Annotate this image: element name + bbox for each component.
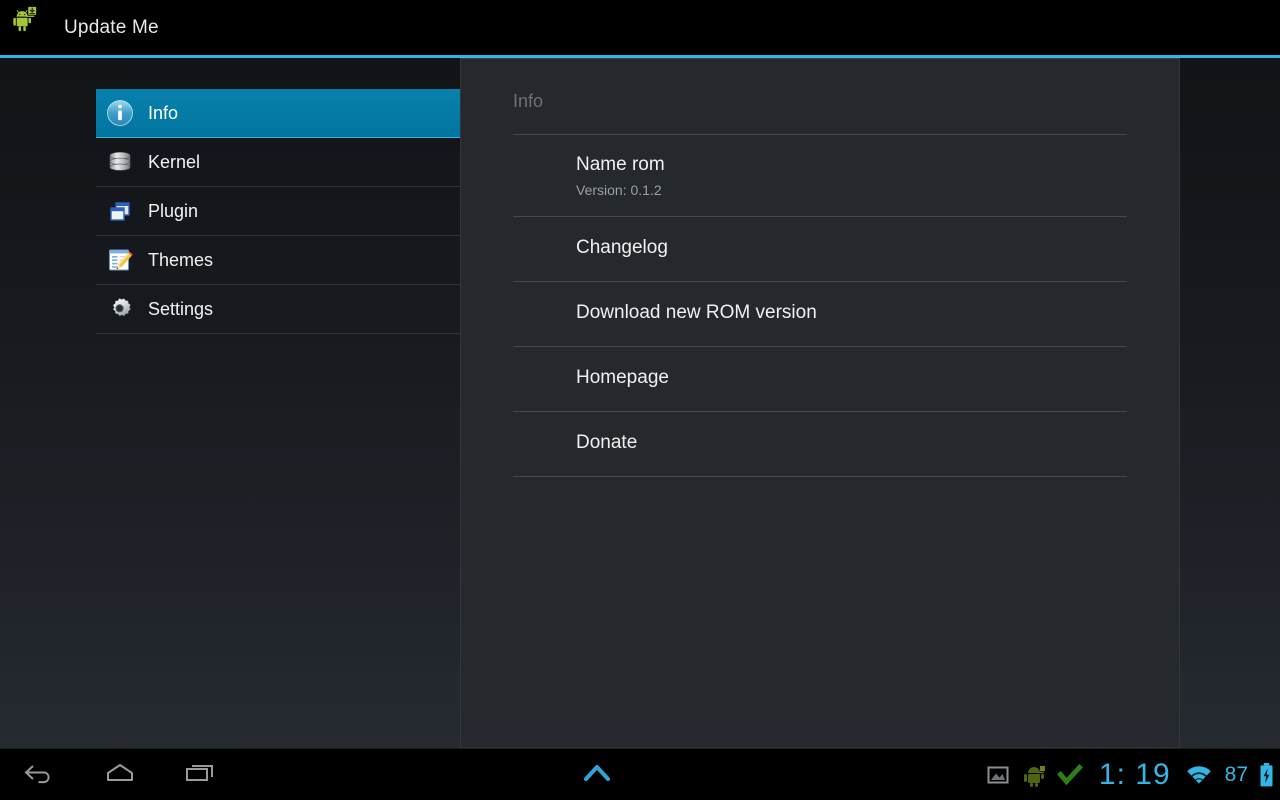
- battery-percent-label: 87: [1224, 763, 1248, 786]
- android-tablet-screen: Update Me Info Kernel Plugin Themes Sett…: [0, 0, 1280, 800]
- list-item-title: Name rom: [576, 154, 665, 175]
- recents-button[interactable]: [160, 749, 240, 800]
- sidebar: Info Kernel Plugin Themes Settings: [96, 89, 460, 334]
- panel-title: Info: [513, 91, 544, 111]
- sidebar-item-themes[interactable]: Themes: [96, 236, 460, 285]
- list-item-changelog[interactable]: Changelog: [513, 217, 1127, 282]
- battery-charging-icon: [1259, 762, 1274, 788]
- android-robot-icon: [1021, 762, 1047, 788]
- recent-apps-icon: [183, 760, 217, 791]
- sidebar-item-info[interactable]: Info: [96, 89, 460, 138]
- status-clock: 1: 19: [1098, 758, 1171, 791]
- list-item-title: Homepage: [576, 367, 669, 389]
- green-check-icon: [1056, 762, 1083, 788]
- sidebar-item-kernel[interactable]: Kernel: [96, 138, 460, 187]
- app-title: Update Me: [64, 16, 159, 38]
- list-item-subtitle: Version: 0.1.2: [576, 181, 662, 198]
- notification-drawer-handle[interactable]: [574, 749, 620, 800]
- list-item-homepage[interactable]: Homepage: [513, 347, 1127, 412]
- notepad-pencil-icon: [106, 246, 134, 274]
- wifi-icon: [1185, 763, 1213, 787]
- sidebar-item-label: Kernel: [148, 151, 201, 172]
- list-item-title: Download new ROM version: [576, 302, 817, 324]
- sidebar-item-label: Info: [148, 102, 179, 123]
- info-circle-icon: [106, 99, 134, 127]
- chevron-up-icon: [581, 762, 613, 789]
- home-pentagon-icon: [103, 760, 137, 791]
- database-icon: [106, 148, 134, 176]
- list-item-title: Donate: [576, 432, 638, 454]
- status-cluster[interactable]: 1: 19 87: [985, 749, 1274, 800]
- system-bar: 1: 19 87: [0, 748, 1280, 800]
- list-item-title: Changelog: [576, 237, 668, 259]
- back-button[interactable]: [0, 749, 80, 800]
- windows-stack-icon: [106, 197, 134, 225]
- home-button[interactable]: [80, 749, 160, 800]
- sidebar-item-plugin[interactable]: Plugin: [96, 187, 460, 236]
- list-item-download-new-rom-version[interactable]: Download new ROM version: [513, 282, 1127, 347]
- gear-icon: [106, 295, 134, 323]
- sidebar-item-label: Themes: [148, 249, 214, 270]
- android-download-icon: [10, 5, 56, 51]
- list-item-name-rom[interactable]: Name rom Version: 0.1.2: [513, 135, 1127, 217]
- info-list: Name rom Version: 0.1.2 Changelog Downlo…: [513, 134, 1127, 477]
- list-item-donate[interactable]: Donate: [513, 412, 1127, 477]
- sidebar-item-label: Plugin: [148, 200, 199, 221]
- sidebar-item-label: Settings: [148, 298, 214, 319]
- sidebar-item-settings[interactable]: Settings: [96, 285, 460, 334]
- detail-panel: Info Name rom Version: 0.1.2 Changelog D…: [460, 58, 1180, 748]
- back-arrow-icon: [23, 760, 57, 791]
- content-area: Info Kernel Plugin Themes Settings Info …: [0, 58, 1280, 748]
- navigation-buttons: [0, 749, 240, 800]
- action-bar: Update Me: [0, 0, 1280, 55]
- screenshot-image-icon: [985, 762, 1011, 788]
